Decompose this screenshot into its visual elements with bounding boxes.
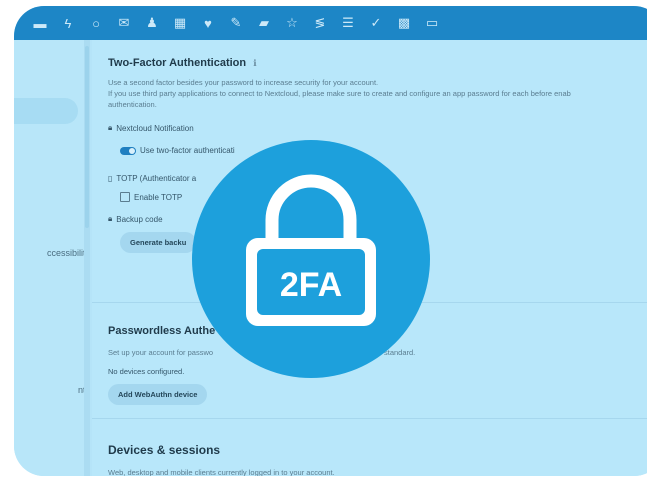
lock-icon: 🔒︎	[108, 214, 113, 223]
devices-sessions-section: Devices & sessions Web, desktop and mobi…	[108, 443, 647, 476]
sidebar-active-item[interactable]	[14, 98, 78, 124]
sidebar-item-partial[interactable]: nts	[14, 385, 90, 395]
mail-icon[interactable]: ✉	[112, 6, 136, 40]
circle-icon[interactable]: ○	[84, 6, 108, 40]
checklist-icon[interactable]: ☰	[336, 6, 360, 40]
calendar-icon[interactable]: ▦	[168, 6, 192, 40]
settings-sidebar: ) ccessibility nts	[14, 40, 90, 476]
provider-label: Nextcloud Notification	[116, 123, 194, 133]
heart-icon[interactable]: ♥	[196, 6, 220, 40]
provider-label: Backup code	[116, 214, 163, 224]
two-factor-description: Use a second factor besides your passwor…	[108, 77, 647, 110]
generate-backup-codes-button[interactable]: Generate backu	[120, 232, 197, 253]
folder-icon[interactable]: ▬	[28, 6, 52, 40]
sidebar-item-partial[interactable]: )	[14, 190, 90, 200]
info-icon[interactable]: ℹ	[253, 58, 256, 68]
bag-icon[interactable]: ▰	[252, 6, 276, 40]
tables-icon[interactable]: ▩	[392, 6, 416, 40]
provider-label: TOTP (Authenticator a	[116, 174, 197, 183]
star-icon[interactable]: ☆	[280, 6, 304, 40]
contacts-icon[interactable]: ♟	[140, 6, 164, 40]
two-factor-heading: Two-Factor Authentication ℹ	[108, 57, 647, 69]
phone-icon: ▯	[108, 174, 113, 183]
check-icon[interactable]: ✓	[364, 6, 388, 40]
padlock-icon: 2FA	[246, 174, 376, 326]
two-factor-title: Two-Factor Authentication	[108, 57, 247, 69]
add-webauthn-device-button[interactable]: Add WebAuthn device	[108, 384, 208, 405]
two-factor-desc-line: Use a second factor besides your passwor…	[108, 78, 379, 87]
menu-icon[interactable]: ▭	[420, 6, 444, 40]
devices-sessions-title: Devices & sessions	[108, 443, 221, 457]
two-factor-desc-line: authentication.	[108, 100, 157, 109]
section-divider	[92, 418, 647, 419]
activity-icon[interactable]: ϟ	[56, 6, 80, 40]
deck-icon[interactable]: ≶	[308, 6, 332, 40]
enable-totp-checkbox[interactable]	[120, 192, 130, 202]
two-factor-toggle[interactable]	[120, 146, 136, 155]
lock-icon: 🔒︎	[108, 123, 113, 132]
devices-sessions-description: Web, desktop and mobile clients currentl…	[108, 468, 335, 476]
two-factor-desc-line: If you use third party applications to c…	[108, 89, 571, 98]
nextcloud-notification-provider: 🔒︎ Nextcloud Notification	[108, 123, 647, 133]
badge-label: 2FA	[280, 266, 342, 304]
checkbox-label: Enable TOTP	[134, 192, 183, 202]
top-navigation-bar: ▬ ϟ ○ ✉ ♟ ▦ ♥ ✎ ▰ ☆ ≶ ☰ ✓ ▩ ▭	[14, 6, 647, 40]
two-factor-badge: 2FA	[192, 140, 430, 378]
pencil-icon[interactable]: ✎	[224, 6, 248, 40]
app-icons: ▬ ϟ ○ ✉ ♟ ▦ ♥ ✎ ▰ ☆ ≶ ☰ ✓ ▩ ▭	[28, 6, 448, 40]
sidebar-scrollbar-thumb[interactable]	[85, 46, 89, 228]
sidebar-item-accessibility[interactable]: ccessibility	[14, 248, 90, 258]
